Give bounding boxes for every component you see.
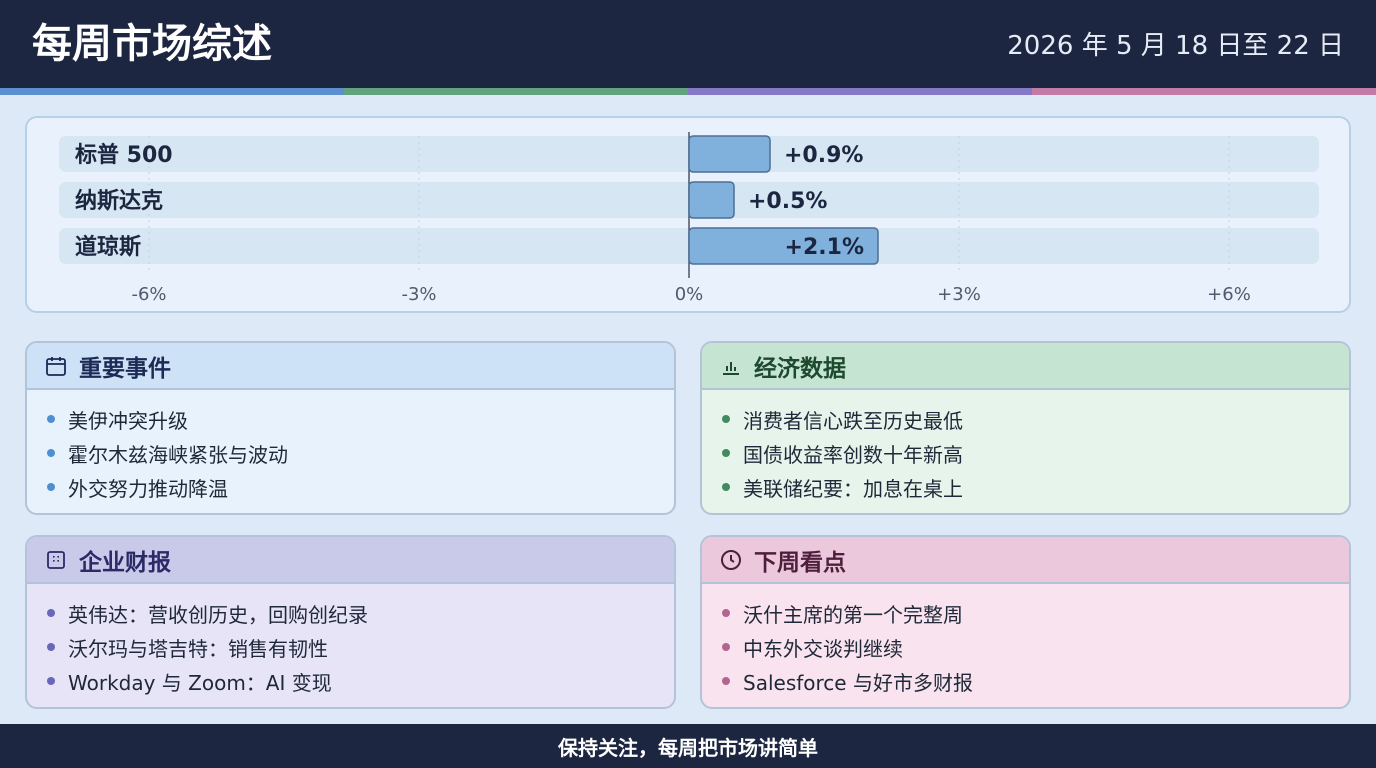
list-item: 霍尔木兹海峡紧张与波动	[47, 436, 674, 470]
building-icon	[43, 547, 69, 573]
category-label: 道琼斯	[75, 234, 141, 260]
list-item: 沃尔玛与塔吉特：销售有韧性	[47, 630, 674, 664]
bar-chart-icon	[718, 353, 744, 379]
list-item-text: 美联储纪要：加息在桌上	[743, 476, 963, 501]
stripe-green	[344, 88, 688, 95]
list-item: 外交努力推动降温	[47, 470, 674, 504]
index-bar-chart: 标普 500 +0.9% 纳斯达克 +0.5% 道琼斯 +2.1% -6% -3% 0% +3% +…	[59, 132, 1319, 305]
tick-label: -3%	[401, 284, 436, 305]
date-range: 2026 年 5 月 18 日至 22 日	[1007, 31, 1344, 61]
index-chart-panel: 标普 500 +0.9% 纳斯达克 +0.5% 道琼斯 +2.1% -6% -3% 0% +3% +…	[25, 116, 1351, 313]
list-item-text: 消费者信心跌至历史最低	[743, 408, 963, 433]
category-label: 纳斯达克	[75, 188, 163, 214]
list-item-text: 国债收益率创数十年新高	[743, 442, 963, 467]
data-label: +0.5%	[748, 189, 827, 214]
bullet-dot	[722, 677, 730, 685]
card-economic-data: 经济数据 消费者信心跌至历史最低 国债收益率创数十年新高 美联储纪要：加息在桌上	[700, 341, 1351, 515]
list-item: 沃什主席的第一个完整周	[722, 596, 1349, 630]
tick-label: +6%	[1207, 284, 1251, 305]
list-item: 消费者信心跌至历史最低	[722, 402, 1349, 436]
bullet-dot	[47, 609, 55, 617]
list-item-text: Workday 与 Zoom：AI 变现	[68, 670, 332, 695]
card-header: 经济数据	[702, 343, 1349, 390]
list-item: 中东外交谈判继续	[722, 630, 1349, 664]
bullet-dot	[722, 483, 730, 491]
color-stripe	[0, 88, 1376, 95]
card-header: 企业财报	[27, 537, 674, 584]
list-item-text: Salesforce 与好市多财报	[743, 670, 973, 695]
page-title: 每周市场综述	[32, 21, 272, 67]
card-next-week: 下周看点 沃什主席的第一个完整周 中东外交谈判继续 Salesforce 与好市…	[700, 535, 1351, 709]
list-item-text: 中东外交谈判继续	[743, 636, 903, 661]
list-item-text: 美伊冲突升级	[68, 408, 188, 433]
tick-label: +3%	[937, 284, 981, 305]
card-list: 消费者信心跌至历史最低 国债收益率创数十年新高 美联储纪要：加息在桌上	[702, 390, 1349, 504]
card-list: 英伟达：营收创历史，回购创纪录 沃尔玛与塔吉特：销售有韧性 Workday 与 …	[27, 584, 674, 698]
card-title: 下周看点	[754, 549, 846, 576]
list-item-text: 沃尔玛与塔吉特：销售有韧性	[68, 636, 328, 661]
card-title: 经济数据	[754, 355, 846, 382]
footer-text: 保持关注，每周把市场讲简单	[558, 735, 818, 760]
list-item: 美伊冲突升级	[47, 402, 674, 436]
bullet-dot	[47, 643, 55, 651]
category-label: 标普 500	[75, 142, 173, 168]
tick-label: -6%	[131, 284, 166, 305]
bar	[688, 181, 735, 219]
list-item: 美联储纪要：加息在桌上	[722, 470, 1349, 504]
card-title: 企业财报	[79, 549, 171, 576]
card-header: 重要事件	[27, 343, 674, 390]
card-list: 美伊冲突升级 霍尔木兹海峡紧张与波动 外交努力推动降温	[27, 390, 674, 504]
bullet-dot	[722, 415, 730, 423]
list-item: 英伟达：营收创历史，回购创纪录	[47, 596, 674, 630]
list-item: 国债收益率创数十年新高	[722, 436, 1349, 470]
tick-label: 0%	[675, 284, 704, 305]
clock-icon	[718, 547, 744, 573]
card-key-events: 重要事件 美伊冲突升级 霍尔木兹海峡紧张与波动 外交努力推动降温	[25, 341, 676, 515]
card-list: 沃什主席的第一个完整周 中东外交谈判继续 Salesforce 与好市多财报	[702, 584, 1349, 698]
header-bar: 每周市场综述 2026 年 5 月 18 日至 22 日	[0, 0, 1376, 88]
card-title: 重要事件	[79, 355, 171, 382]
list-item-text: 外交努力推动降温	[68, 476, 228, 501]
bullet-dot	[47, 677, 55, 685]
card-header: 下周看点	[702, 537, 1349, 584]
list-item-text: 霍尔木兹海峡紧张与波动	[68, 442, 288, 467]
list-item-text: 沃什主席的第一个完整周	[743, 602, 963, 627]
list-item: Salesforce 与好市多财报	[722, 664, 1349, 698]
card-earnings: 企业财报 英伟达：营收创历史，回购创纪录 沃尔玛与塔吉特：销售有韧性 Workd…	[25, 535, 676, 709]
stripe-blue	[0, 88, 344, 95]
data-label: +2.1%	[785, 235, 864, 260]
bar	[688, 135, 771, 173]
bullet-dot	[47, 415, 55, 423]
bullet-dot	[722, 643, 730, 651]
stripe-pink	[1032, 88, 1376, 95]
list-item: Workday 与 Zoom：AI 变现	[47, 664, 674, 698]
calendar-icon	[43, 353, 69, 379]
bullet-dot	[722, 449, 730, 457]
footer-bar: 保持关注，每周把市场讲简单	[0, 724, 1376, 768]
stripe-purple	[688, 88, 1032, 95]
bullet-dot	[722, 609, 730, 617]
data-label: +0.9%	[784, 143, 863, 168]
list-item-text: 英伟达：营收创历史，回购创纪录	[68, 602, 368, 627]
bullet-dot	[47, 483, 55, 491]
bullet-dot	[47, 449, 55, 457]
